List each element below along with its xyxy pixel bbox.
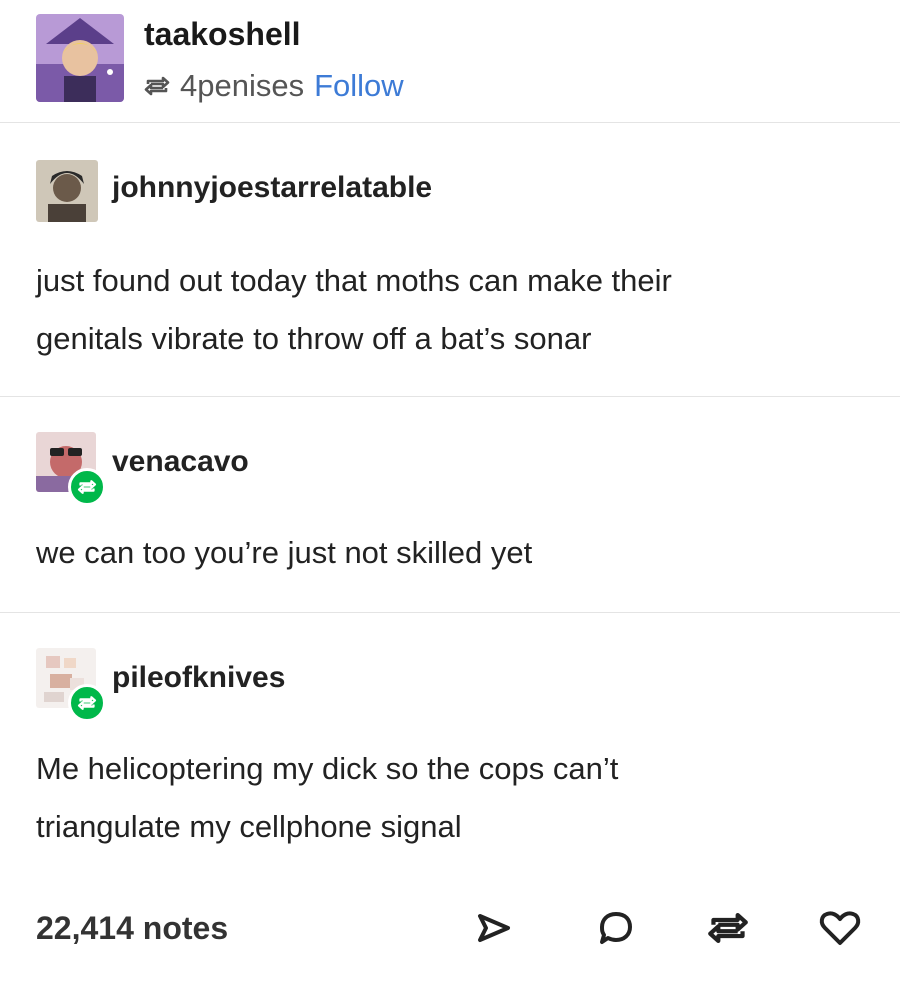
follow-button[interactable]: Follow xyxy=(314,66,404,106)
reply-icon[interactable] xyxy=(592,904,640,952)
reblog-badge-icon xyxy=(68,684,106,722)
reblog-badge-icon xyxy=(68,468,106,506)
post-pileofknives: pileofknives Me helicoptering my dick so… xyxy=(0,612,900,892)
post-header: taakoshell 4penises Follow xyxy=(0,0,900,122)
share-icon[interactable] xyxy=(470,904,518,952)
blog-avatar[interactable] xyxy=(36,14,124,102)
like-icon[interactable] xyxy=(816,904,864,952)
post-footer: 22,414 notes xyxy=(0,892,900,972)
user-avatar[interactable] xyxy=(36,160,98,222)
post-username[interactable]: johnnyjoestarrelatable xyxy=(112,170,432,206)
blog-name[interactable]: taakoshell xyxy=(144,14,301,54)
post-text-line: just found out today that moths can make… xyxy=(36,263,672,298)
reblog-source-name[interactable]: 4penises xyxy=(180,66,304,106)
divider xyxy=(0,122,900,123)
post-text-line: we can too you’re just not skilled yet xyxy=(36,535,533,570)
reblog-icon[interactable] xyxy=(704,904,752,952)
post-johnnyjoestarrelatable: johnnyjoestarrelatable just found out to… xyxy=(0,150,900,396)
post-body: just found out today that moths can make… xyxy=(36,252,876,368)
post-body: Me helicoptering my dick so the cops can… xyxy=(36,740,876,856)
post-venacavo: venacavo we can too you’re just not skil… xyxy=(0,396,900,612)
post-text-line: Me helicoptering my dick so the cops can… xyxy=(36,751,619,786)
post-body: we can too you’re just not skilled yet xyxy=(36,524,876,582)
post-text-line: genitals vibrate to throw off a bat’s so… xyxy=(36,321,592,356)
post-username[interactable]: venacavo xyxy=(112,444,249,480)
reblog-source-line: 4penises Follow xyxy=(144,66,404,106)
post-username[interactable]: pileofknives xyxy=(112,660,285,696)
notes-count[interactable]: 22,414 notes xyxy=(36,906,228,950)
reblog-icon xyxy=(144,76,170,96)
post-text-line: triangulate my cellphone signal xyxy=(36,809,462,844)
